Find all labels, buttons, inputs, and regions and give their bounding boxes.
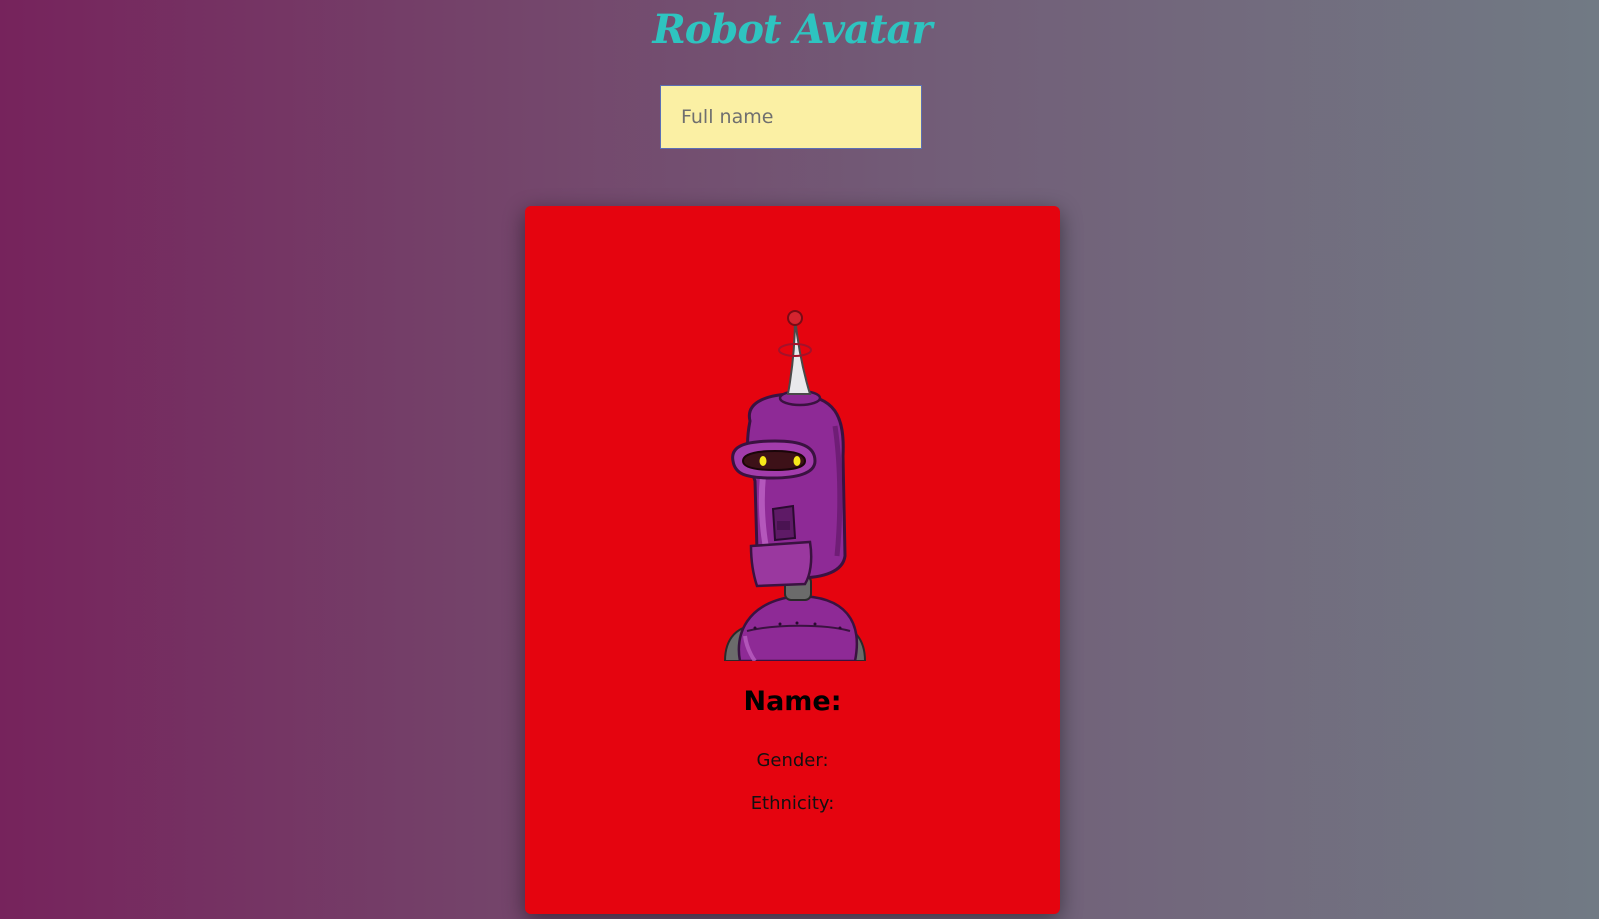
full-name-input[interactable]: [660, 85, 922, 149]
card-ethnicity-label: Ethnicity:: [750, 793, 835, 814]
card-name-label: Name:: [743, 686, 842, 717]
page-title: Robot Avatar: [652, 6, 932, 53]
robot-avatar-icon: [685, 306, 905, 661]
avatar-card: Name: Gender: Ethnicity:: [525, 206, 1060, 914]
card-gender-label: Gender:: [756, 750, 829, 771]
